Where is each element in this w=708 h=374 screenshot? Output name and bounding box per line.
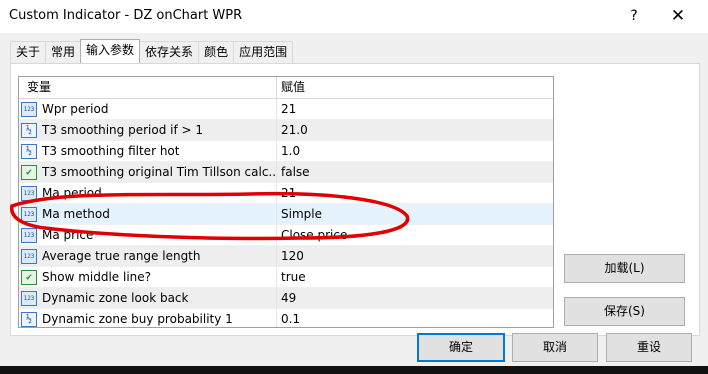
table-row[interactable]: ✔ T3 smoothing original Tim Tillson calc.… [19, 162, 553, 183]
tab-dependencies[interactable]: 依存关系 [139, 41, 200, 63]
value-cell[interactable]: true [277, 267, 535, 287]
variable-name: Dynamic zone look back [42, 291, 189, 305]
variable-name: Ma method [42, 207, 110, 221]
variable-cell[interactable]: ½ Dynamic zone buy probability 1 [19, 309, 277, 327]
variable-name: Dynamic zone buy probability 1 [42, 312, 233, 326]
table-row[interactable]: ✔ Show middle line? true [19, 267, 553, 288]
tab-colors[interactable]: 颜色 [198, 41, 235, 63]
variable-cell[interactable]: 123 Dynamic zone look back [19, 288, 277, 308]
grid-rows: 123 Wpr period 21 ½ T3 smoothing period if >… [19, 99, 553, 327]
close-button[interactable]: ✕ [666, 4, 690, 28]
table-row[interactable]: 123 Ma period 21 [19, 183, 553, 204]
value-cell[interactable]: 21 [277, 99, 535, 119]
tab-about[interactable]: 关于 [10, 41, 47, 63]
table-row[interactable]: 123 Dynamic zone look back 49 [19, 288, 553, 309]
value-cell[interactable]: 21 [277, 183, 535, 203]
int-icon: 123 [21, 290, 37, 306]
int-icon: 123 [21, 101, 37, 117]
variable-cell[interactable]: 123 Average true range length [19, 246, 277, 266]
header-variable[interactable]: 变量 [19, 77, 277, 98]
background-strip [0, 366, 708, 374]
double-icon: ½ [21, 311, 37, 327]
value-cell[interactable]: 0.1 [277, 309, 535, 327]
inputs-grid: 变量 赋值 123 Wpr period 21 ½ T3 smoothing perio… [18, 76, 554, 328]
variable-cell[interactable]: 123 Ma period [19, 183, 277, 203]
double-icon: ½ [21, 122, 37, 138]
tab-common[interactable]: 常用 [45, 41, 82, 63]
ok-button[interactable]: 确定 [417, 333, 505, 362]
variable-name: T3 smoothing original Tim Tillson calc..… [42, 165, 276, 179]
variable-name: Ma period [42, 186, 102, 200]
int-icon: 123 [21, 227, 37, 243]
load-button[interactable]: 加载(L) [564, 254, 685, 283]
title-bar: Custom Indicator - DZ onChart WPR ? ✕ [0, 0, 708, 33]
double-icon: ½ [21, 143, 37, 159]
help-button[interactable]: ? [622, 4, 646, 28]
int-icon: 123 [21, 248, 37, 264]
value-cell[interactable]: Close price [277, 225, 535, 245]
int-icon: 123 [21, 206, 37, 222]
table-row[interactable]: ½ Dynamic zone buy probability 1 0.1 [19, 309, 553, 327]
variable-cell[interactable]: 123 Wpr period [19, 99, 277, 119]
header-value[interactable]: 赋值 [277, 77, 535, 98]
tab-strip: 关于 常用 输入参数 依存关系 颜色 应用范围 [10, 39, 294, 63]
table-row[interactable]: 123 Average true range length 120 [19, 246, 553, 267]
variable-name: T3 smoothing period if > 1 [42, 123, 204, 137]
variable-cell[interactable]: ½ T3 smoothing filter hot [19, 141, 277, 161]
window-title: Custom Indicator - DZ onChart WPR [9, 8, 243, 23]
table-row[interactable]: ½ T3 smoothing filter hot 1.0 [19, 141, 553, 162]
table-row[interactable]: ½ T3 smoothing period if > 1 21.0 [19, 120, 553, 141]
table-row[interactable]: 123 Ma price Close price [19, 225, 553, 246]
grid-header: 变量 赋值 [19, 77, 553, 99]
variable-name: T3 smoothing filter hot [42, 144, 180, 158]
variable-name: Wpr period [42, 102, 109, 116]
tab-inputs[interactable]: 输入参数 [80, 39, 141, 63]
variable-cell[interactable]: ✔ T3 smoothing original Tim Tillson calc.… [19, 162, 277, 182]
value-cell[interactable]: 49 [277, 288, 535, 308]
value-cell[interactable]: 120 [277, 246, 535, 266]
variable-cell[interactable]: 123 Ma price [19, 225, 277, 245]
table-row[interactable]: 123 Ma method Simple [19, 204, 553, 225]
variable-cell[interactable]: ½ T3 smoothing period if > 1 [19, 120, 277, 140]
value-cell[interactable]: false [277, 162, 535, 182]
value-cell[interactable]: 21.0 [277, 120, 535, 140]
value-cell[interactable]: 1.0 [277, 141, 535, 161]
value-cell[interactable]: Simple [277, 204, 535, 224]
bool-icon: ✔ [21, 269, 37, 285]
save-button[interactable]: 保存(S) [564, 297, 685, 326]
variable-name: Show middle line? [42, 270, 152, 284]
int-icon: 123 [21, 185, 37, 201]
tab-visualization[interactable]: 应用范围 [233, 41, 294, 63]
variable-name: Ma price [42, 228, 94, 242]
table-row[interactable]: 123 Wpr period 21 [19, 99, 553, 120]
variable-cell[interactable]: 123 Ma method [19, 204, 277, 224]
cancel-button[interactable]: 取消 [512, 333, 598, 362]
bool-icon: ✔ [21, 164, 37, 180]
variable-name: Average true range length [42, 249, 201, 263]
variable-cell[interactable]: ✔ Show middle line? [19, 267, 277, 287]
reset-button[interactable]: 重设 [606, 333, 692, 362]
